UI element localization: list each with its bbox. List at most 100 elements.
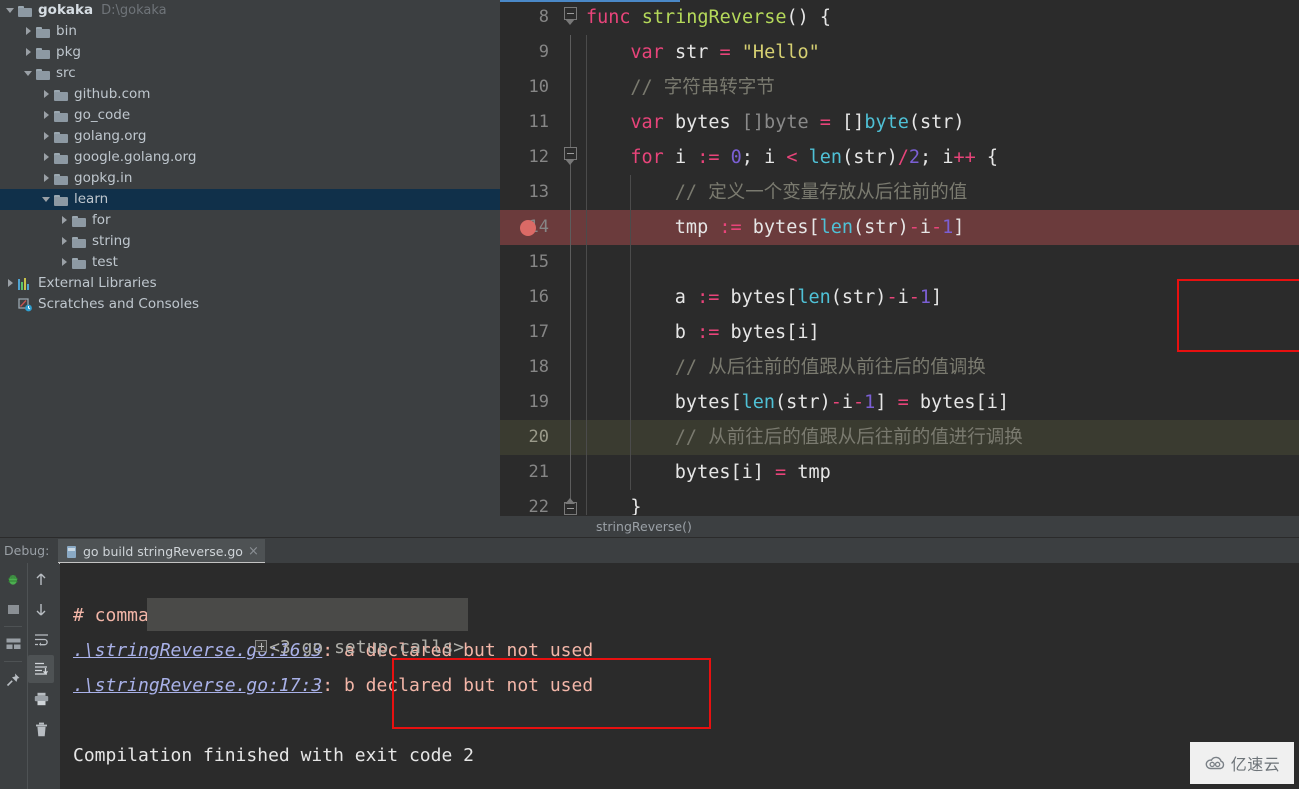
fold-gutter[interactable] [558,420,586,455]
chevron-right-icon[interactable] [40,84,54,105]
breakpoint-icon[interactable] [520,220,536,236]
tree-item-external-libraries[interactable]: External Libraries [0,273,500,294]
fold-gutter[interactable] [558,385,586,420]
fold-gutter[interactable] [558,140,586,175]
tree-item-learn[interactable]: learn [0,189,500,210]
fold-gutter[interactable] [558,315,586,350]
rerun-debug-icon[interactable] [0,565,26,593]
code-token: len [741,392,776,413]
fold-line [570,280,571,315]
fold-gutter[interactable] [558,280,586,315]
line-number[interactable]: 13 [500,175,558,210]
code-line-13[interactable]: 13 // 定义一个变量存放从后往前的值 [500,175,1299,210]
tree-item-scratches-and-consoles[interactable]: Scratches and Consoles [0,294,500,315]
up-arrow-icon[interactable] [28,565,54,593]
fold-gutter[interactable] [558,350,586,385]
tree-item-src[interactable]: src [0,63,500,84]
chevron-right-icon[interactable] [22,42,36,63]
line-number[interactable]: 9 [500,35,558,70]
debug-toolbar-right[interactable] [27,563,59,789]
tree-item-test[interactable]: test [0,252,500,273]
chevron-right-icon[interactable] [4,273,18,294]
debug-toolbar-left[interactable] [0,563,26,789]
tree-item-github-com[interactable]: github.com [0,84,500,105]
code-line-19[interactable]: 19 bytes[len(str)-i-1] = bytes[i] [500,385,1299,420]
external-libraries-icon [18,277,33,290]
tree-item-gopkg-in[interactable]: gopkg.in [0,168,500,189]
clear-all-icon[interactable] [28,715,54,743]
tree-item-pkg[interactable]: pkg [0,42,500,63]
chevron-down-icon[interactable] [22,63,36,84]
code-line-21[interactable]: 21 bytes[i] = tmp [500,455,1299,490]
code-line-18[interactable]: 18 // 从后往前的值跟从前往后的值调换 [500,350,1299,385]
line-number[interactable]: 10 [500,70,558,105]
stop-icon[interactable] [0,595,26,623]
code-token: := [697,287,720,308]
chevron-right-icon[interactable] [40,168,54,189]
print-icon[interactable] [28,685,54,713]
fold-gutter[interactable] [558,175,586,210]
project-tree-panel[interactable]: gokaka D:\gokaka bin pkg src github.com go_cod… [0,0,500,537]
code-line-20[interactable]: 20 // 从前往后的值跟从后往前的值进行调换 [500,420,1299,455]
code-line-9[interactable]: 9 var str = "Hello" [500,35,1299,70]
chevron-right-icon[interactable] [40,147,54,168]
chevron-right-icon[interactable] [58,231,72,252]
line-number[interactable]: 15 [500,245,558,280]
folder-icon [72,257,87,269]
fold-gutter[interactable] [558,35,586,70]
tree-item-string[interactable]: string [0,231,500,252]
fold-gutter[interactable] [558,70,586,105]
line-number[interactable]: 18 [500,350,558,385]
fold-gutter[interactable] [558,455,586,490]
close-icon[interactable]: × [248,539,259,564]
code-line-15[interactable]: 15 [500,245,1299,280]
down-arrow-icon[interactable] [28,595,54,623]
soft-wrap-icon[interactable] [28,625,54,653]
line-number[interactable]: 19 [500,385,558,420]
code-line-17[interactable]: 17 b := bytes[i] [500,315,1299,350]
code-line-11[interactable]: 11 var bytes []byte = []byte(str) [500,105,1299,140]
console-folded-block[interactable]: <3 go setup calls> [60,563,1299,658]
chevron-right-icon[interactable] [40,126,54,147]
tree-item-for[interactable]: for [0,210,500,231]
tree-item-gokaka[interactable]: gokaka D:\gokaka [0,0,500,21]
tree-item-path: D:\gokaka [101,3,167,18]
fold-gutter[interactable] [558,245,586,280]
chevron-down-icon[interactable] [40,189,54,210]
code-editor[interactable]: 8 func stringReverse() {9 var str = "Hello… [500,0,1299,537]
line-number[interactable]: 8 [500,0,558,35]
chevron-right-icon[interactable] [58,252,72,273]
tree-item-bin[interactable]: bin [0,21,500,42]
line-number[interactable]: 11 [500,105,558,140]
line-number[interactable]: 16 [500,280,558,315]
code-line-14[interactable]: 14 tmp := bytes[len(str)-i-1] [500,210,1299,245]
code-token: bytes[i] [674,462,776,483]
line-number[interactable]: 20 [500,420,558,455]
fold-gutter[interactable] [558,210,586,245]
console-layout-icon[interactable] [0,630,26,658]
code-line-16[interactable]: 16 a := bytes[len(str)-i-1] [500,280,1299,315]
chevron-right-icon[interactable] [40,105,54,126]
fold-gutter[interactable] [558,105,586,140]
tree-item-google-golang-org[interactable]: google.golang.org [0,147,500,168]
tree-item-golang-org[interactable]: golang.org [0,126,500,147]
chevron-right-icon[interactable] [58,210,72,231]
line-number[interactable]: 21 [500,455,558,490]
scroll-to-end-icon[interactable] [28,655,54,683]
debug-tab-go-build[interactable]: go build stringReverse.go × [58,539,265,564]
code-line-8[interactable]: 8 func stringReverse() { [500,0,1299,35]
fold-gutter[interactable] [558,0,586,35]
code-line-10[interactable]: 10 // 字符串转字节 [500,70,1299,105]
line-number[interactable]: 17 [500,315,558,350]
chevron-right-icon[interactable] [22,21,36,42]
code-line-12[interactable]: 12 for i := 0; i < len(str)/2; i++ { [500,140,1299,175]
expand-icon[interactable] [255,640,268,652]
code-lines-container[interactable]: 8 func stringReverse() {9 var str = "Hello… [500,0,1299,525]
pin-tab-icon[interactable] [0,665,26,693]
tree-item-go-code[interactable]: go_code [0,105,500,126]
line-number[interactable]: 12 [500,140,558,175]
debug-panel[interactable]: Debug: go build stringReverse.go × <3 go… [0,537,1299,789]
breadcrumb[interactable]: stringReverse() [500,515,1299,537]
chevron-down-icon[interactable] [4,0,18,21]
debug-console-output[interactable]: <3 go setup calls> # command-line-argume… [60,563,1299,789]
